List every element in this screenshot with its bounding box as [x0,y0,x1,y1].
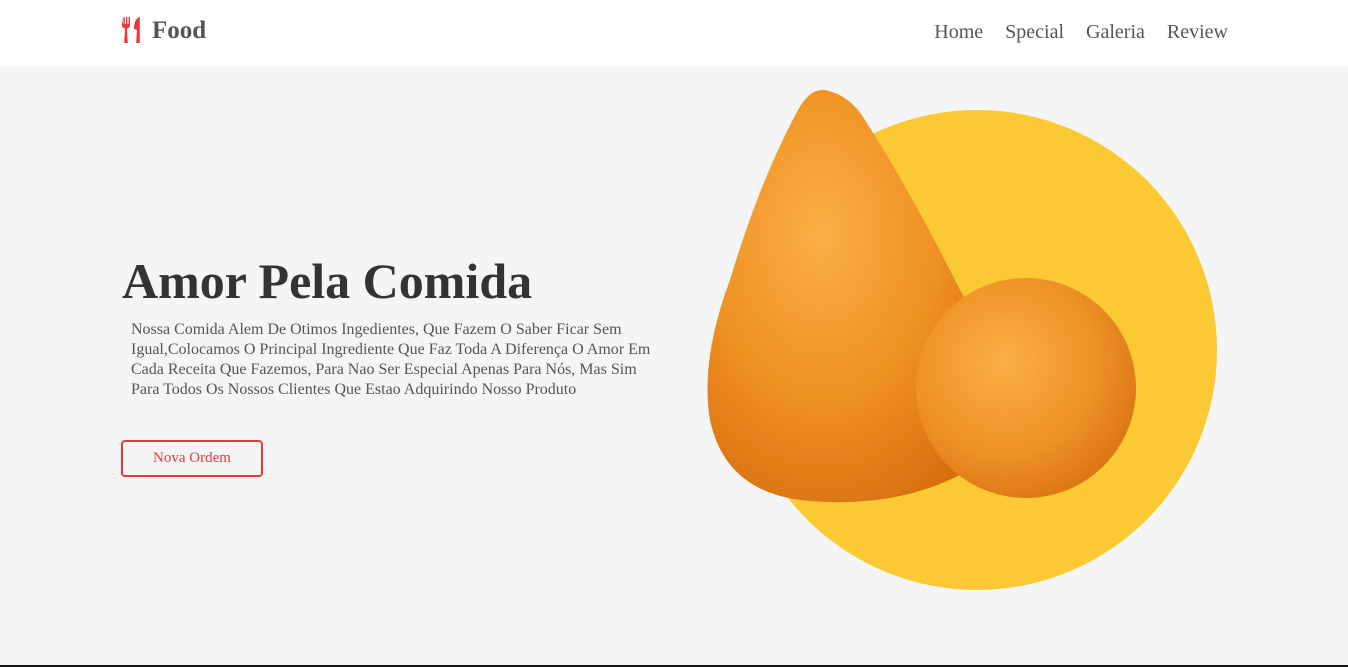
brand-logo[interactable]: Food [120,16,206,44]
nav-review-link[interactable]: Review [1167,21,1228,43]
fork-knife-icon [122,17,140,43]
site-header: Food Home Special Galeria Review [0,0,1348,67]
hero-food-image [707,89,1217,590]
nav-galeria-link[interactable]: Galeria [1086,21,1145,43]
hero-description: Nossa Comida Alem De Otimos Ingedientes,… [131,321,651,398]
nav-home-link[interactable]: Home [934,21,983,43]
nav-special-link[interactable]: Special [1005,21,1064,43]
brand-name: Food [152,16,207,44]
new-order-button[interactable]: Nova Ordem [121,440,263,477]
main-nav: Home Special Galeria Review [934,21,1228,43]
hero-title: Amor Pela Comida [122,253,533,309]
croquette-ball [916,278,1136,498]
